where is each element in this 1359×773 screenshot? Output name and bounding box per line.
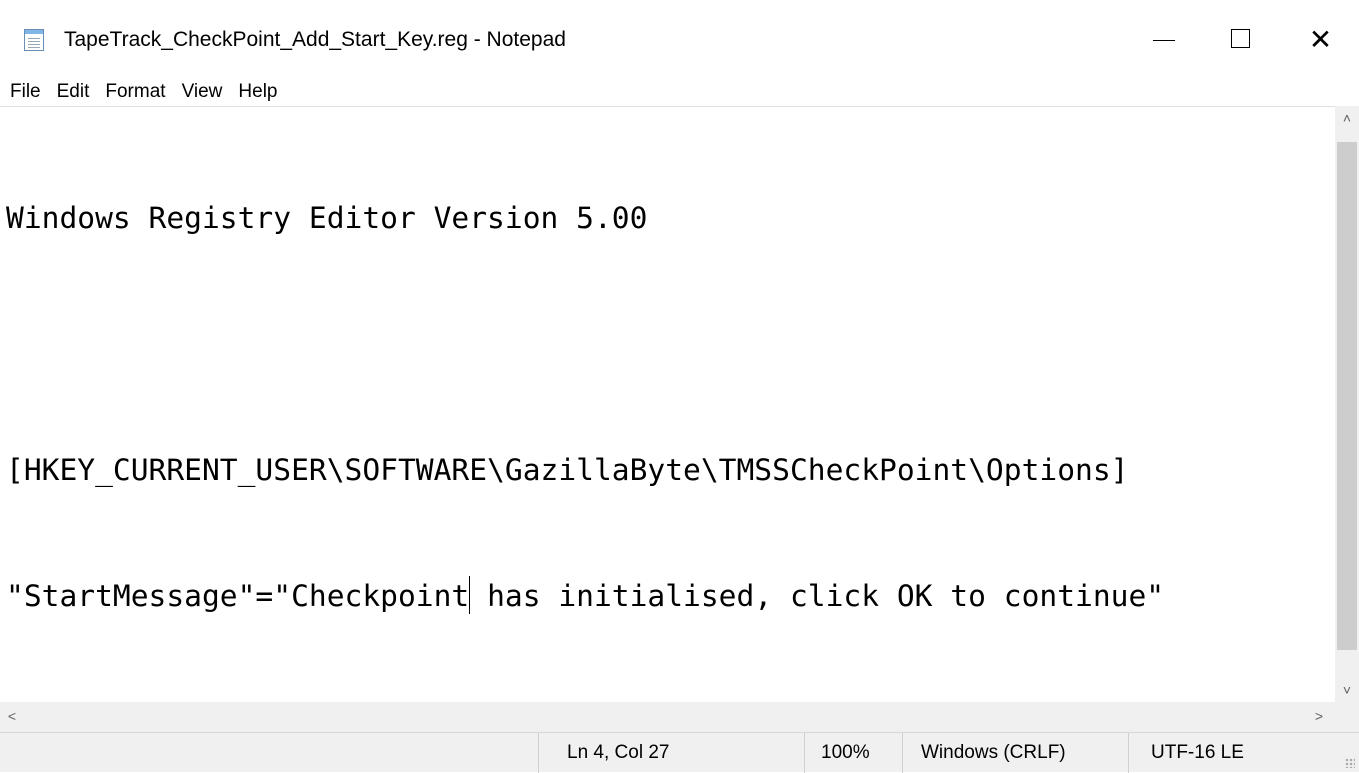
close-button[interactable]: ✕ (1282, 0, 1359, 80)
text-line-4: "StartMessage"="Checkpoint has initialis… (6, 575, 1164, 617)
status-bar: Ln 4, Col 27 100% Windows (CRLF) UTF-16 … (0, 732, 1359, 773)
menu-help[interactable]: Help (230, 81, 285, 103)
scrollbar-corner (1335, 702, 1359, 732)
notepad-icon[interactable] (24, 29, 44, 51)
status-encoding: UTF-16 LE (1128, 733, 1359, 773)
scroll-left-icon[interactable]: < (4, 708, 20, 724)
text-after-caret: has initialised, click OK to continue" (469, 579, 1165, 613)
maximize-button[interactable] (1202, 0, 1279, 80)
menu-file[interactable]: File (0, 81, 49, 103)
scroll-up-icon[interactable]: ˄ (1335, 110, 1359, 126)
scroll-down-icon[interactable]: ˅ (1335, 682, 1359, 698)
menu-format[interactable]: Format (97, 81, 173, 103)
text-editor-area[interactable]: Windows Registry Editor Version 5.00 [HK… (0, 106, 1335, 703)
text-before-caret: "StartMessage"="Checkpoint (6, 579, 470, 613)
resize-grip-icon[interactable] (1345, 758, 1355, 768)
scroll-right-icon[interactable]: > (1311, 708, 1327, 724)
title-bar[interactable]: TapeTrack_CheckPoint_Add_Start_Key.reg -… (0, 0, 1359, 80)
status-line-ending: Windows (CRLF) (902, 733, 1128, 773)
window-title: TapeTrack_CheckPoint_Add_Start_Key.reg -… (64, 28, 566, 51)
menu-view[interactable]: View (174, 81, 231, 103)
horizontal-scrollbar[interactable]: < > (0, 702, 1335, 732)
close-icon: ✕ (1308, 23, 1333, 56)
text-line-2 (6, 323, 1164, 365)
vertical-scrollbar[interactable]: ˄ ˅ (1335, 106, 1359, 702)
minimize-button[interactable] (1125, 0, 1202, 80)
vertical-scroll-thumb[interactable] (1337, 142, 1357, 650)
text-line-1: Windows Registry Editor Version 5.00 (6, 201, 648, 235)
text-line-3: [HKEY_CURRENT_USER\SOFTWARE\GazillaByte\… (6, 453, 1129, 487)
status-cursor-position: Ln 4, Col 27 (538, 733, 804, 773)
status-zoom: 100% (804, 733, 902, 773)
menu-edit[interactable]: Edit (49, 81, 98, 103)
